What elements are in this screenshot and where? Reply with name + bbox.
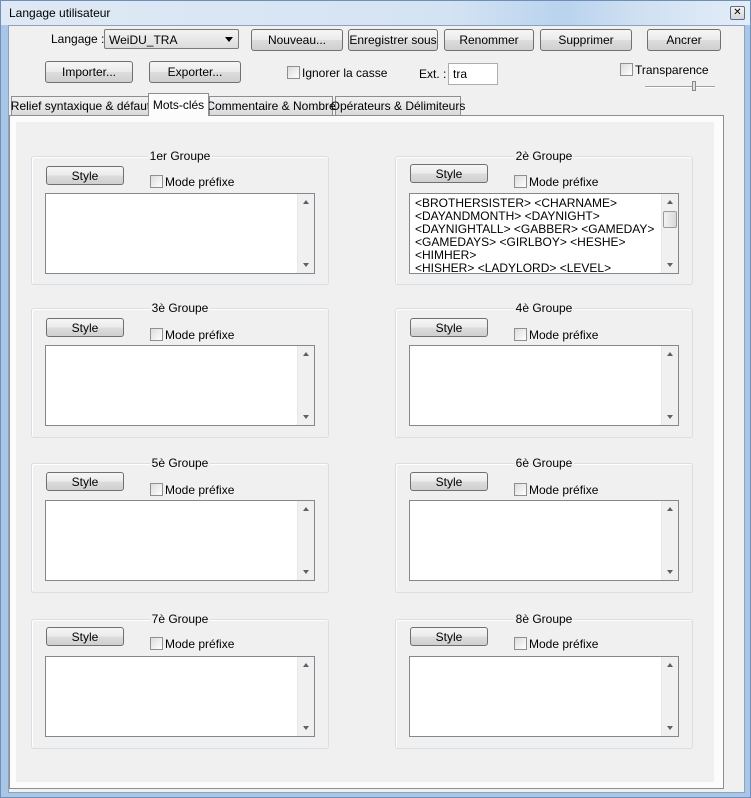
vertical-scrollbar[interactable] (661, 194, 678, 273)
style-button-3[interactable]: Style (46, 318, 124, 337)
keywords-textarea-3[interactable] (45, 345, 315, 426)
new-button[interactable]: Nouveau... (251, 29, 343, 51)
language-select-value: WeiDU_TRA (109, 33, 178, 47)
vertical-scrollbar[interactable] (297, 501, 314, 580)
keywords-textarea-2[interactable]: <BROTHERSISTER> <CHARNAME> <DAYANDMONTH>… (409, 193, 679, 274)
prefix-mode-label: Mode préfixe (529, 328, 599, 342)
vertical-scrollbar[interactable] (661, 346, 678, 425)
title-bar[interactable]: Langage utilisateur ✕ (1, 1, 750, 25)
scroll-up-icon[interactable] (667, 507, 673, 511)
scroll-up-icon[interactable] (303, 352, 309, 356)
transparency-checkbox[interactable] (620, 63, 633, 76)
prefix-mode-checkbox-4[interactable] (514, 328, 527, 341)
scroll-up-icon[interactable] (667, 663, 673, 667)
keywords-textarea-5[interactable] (45, 500, 315, 581)
ignore-case-label: Ignorer la casse (302, 66, 388, 80)
group-title: 4è Groupe (513, 301, 575, 315)
scroll-up-icon[interactable] (667, 352, 673, 356)
language-label: Langage : (51, 32, 105, 46)
style-button-8[interactable]: Style (410, 627, 488, 646)
scroll-up-icon[interactable] (303, 663, 309, 667)
delete-button[interactable]: Supprimer (540, 29, 632, 51)
save-as-button[interactable]: Enregistrer sous (348, 29, 438, 51)
keywords-textarea-1[interactable] (45, 193, 315, 274)
scroll-down-icon[interactable] (667, 263, 673, 267)
style-button-7[interactable]: Style (46, 627, 124, 646)
scroll-up-icon[interactable] (303, 507, 309, 511)
scroll-up-icon[interactable] (303, 200, 309, 204)
style-button-5[interactable]: Style (46, 472, 124, 491)
style-button-1[interactable]: Style (46, 166, 124, 185)
keywords-textarea-7[interactable] (45, 656, 315, 737)
transparency-label: Transparence (635, 63, 709, 77)
prefix-mode-checkbox-8[interactable] (514, 637, 527, 650)
style-button-6[interactable]: Style (410, 472, 488, 491)
keyword-line: <HISHER> <LADYLORD> <LEVEL> (415, 261, 612, 274)
prefix-mode-checkbox-3[interactable] (150, 328, 163, 341)
close-button[interactable]: ✕ (730, 6, 745, 20)
scroll-up-icon[interactable] (667, 200, 673, 204)
prefix-mode-checkbox-5[interactable] (150, 483, 163, 496)
group-title: 8è Groupe (513, 612, 575, 626)
close-icon: ✕ (733, 7, 742, 18)
vertical-scrollbar[interactable] (297, 346, 314, 425)
extension-label: Ext. : (419, 67, 447, 81)
group-title: 3è Groupe (149, 301, 211, 315)
dock-button[interactable]: Ancrer (647, 29, 721, 51)
group-title: 7è Groupe (149, 612, 211, 626)
prefix-mode-checkbox-6[interactable] (514, 483, 527, 496)
language-select[interactable]: WeiDU_TRA (104, 29, 239, 49)
group-title: 2è Groupe (513, 149, 575, 163)
prefix-mode-label: Mode préfixe (165, 637, 235, 651)
export-button[interactable]: Exporter... (149, 61, 241, 83)
prefix-mode-label: Mode préfixe (165, 328, 235, 342)
prefix-mode-label: Mode préfixe (165, 175, 235, 189)
scroll-down-icon[interactable] (667, 570, 673, 574)
transparency-slider-thumb[interactable] (692, 81, 696, 91)
tab-keywords[interactable]: Mots-clés (148, 93, 209, 116)
scroll-down-icon[interactable] (667, 726, 673, 730)
prefix-mode-checkbox-1[interactable] (150, 175, 163, 188)
tab-syntax-highlighting[interactable]: Relief syntaxique & défaut (11, 96, 150, 115)
keywords-textarea-8[interactable] (409, 656, 679, 737)
scroll-down-icon[interactable] (303, 415, 309, 419)
scroll-down-icon[interactable] (303, 263, 309, 267)
prefix-mode-checkbox-2[interactable] (514, 175, 527, 188)
scrollbar-thumb[interactable] (663, 211, 677, 228)
prefix-mode-label: Mode préfixe (529, 637, 599, 651)
vertical-scrollbar[interactable] (661, 657, 678, 736)
group-title: 1er Groupe (147, 149, 213, 163)
style-button-2[interactable]: Style (410, 164, 488, 183)
keywords-textarea-4[interactable] (409, 345, 679, 426)
scroll-down-icon[interactable] (667, 415, 673, 419)
tab-comment-number[interactable]: Commentaire & Nombre (206, 96, 336, 115)
scroll-down-icon[interactable] (303, 726, 309, 730)
chevron-down-icon (225, 37, 233, 42)
extension-input[interactable]: tra (448, 63, 498, 85)
vertical-scrollbar[interactable] (297, 657, 314, 736)
scroll-down-icon[interactable] (303, 570, 309, 574)
keyword-line: <GAMEDAYS> <GIRLBOY> <HESHE> <HIMHER> (415, 235, 626, 262)
tab-operators-delimiters[interactable]: Opérateurs & Délimiteurs (331, 96, 465, 115)
prefix-mode-label: Mode préfixe (529, 483, 599, 497)
prefix-mode-checkbox-7[interactable] (150, 637, 163, 650)
rename-button[interactable]: Renommer (444, 29, 534, 51)
transparency-slider-track[interactable] (645, 86, 715, 88)
keywords-text: <BROTHERSISTER> <CHARNAME> <DAYANDMONTH>… (415, 197, 658, 274)
prefix-mode-label: Mode préfixe (529, 175, 599, 189)
keywords-textarea-6[interactable] (409, 500, 679, 581)
window-title: Langage utilisateur (9, 6, 111, 20)
group-title: 6è Groupe (513, 456, 575, 470)
style-button-4[interactable]: Style (410, 318, 488, 337)
group-title: 5è Groupe (149, 456, 211, 470)
vertical-scrollbar[interactable] (297, 194, 314, 273)
prefix-mode-label: Mode préfixe (165, 483, 235, 497)
ignore-case-checkbox[interactable] (287, 66, 300, 79)
vertical-scrollbar[interactable] (661, 501, 678, 580)
import-button[interactable]: Importer... (45, 61, 133, 83)
